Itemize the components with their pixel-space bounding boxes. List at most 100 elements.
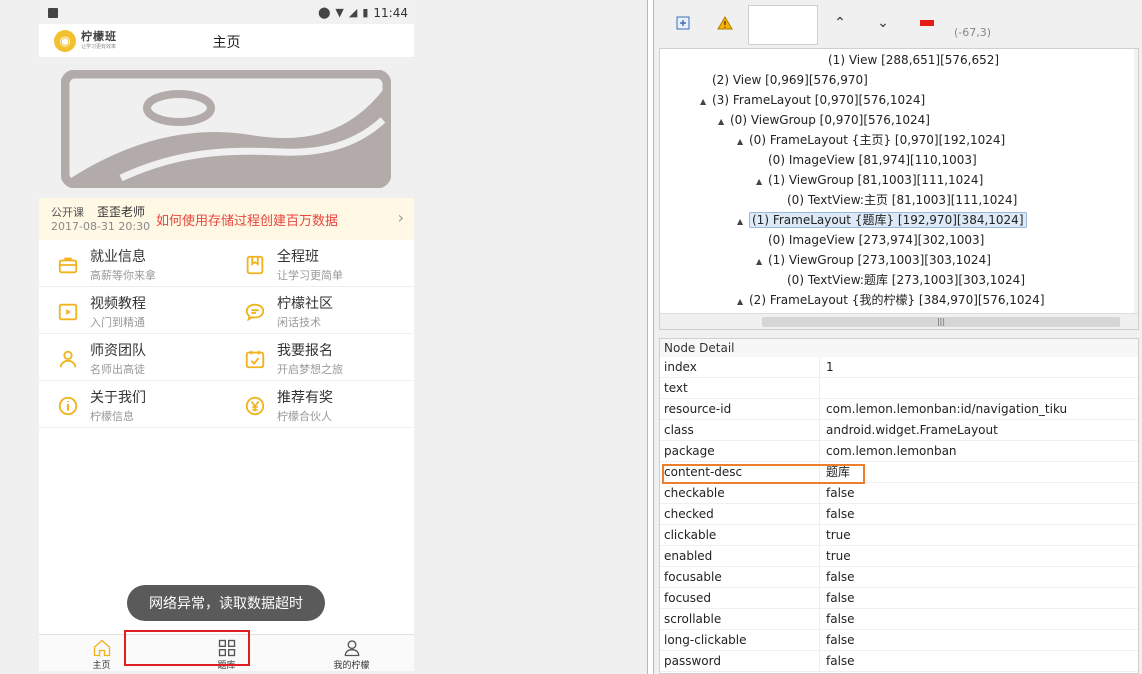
detail-value: false (826, 507, 855, 521)
hierarchy-tree[interactable]: (1) View [288,651][576,652] (2) View [0,… (659, 48, 1139, 330)
tree-node-label: (2) View [0,969][576,970] (712, 73, 868, 87)
tree-node[interactable]: ▲ (2) FrameLayout {我的柠檬} [384,970][576,10… (737, 290, 1045, 310)
tree-node-label: (1) ViewGroup [81,1003][111,1024] (768, 173, 984, 187)
detail-key: clickable (660, 525, 820, 545)
tree-node-selected[interactable]: ▲ (1) FrameLayout {题库} [192,970][384,1024… (737, 210, 1027, 230)
menu-item-referral[interactable]: 推荐有奖 柠檬合伙人 (226, 381, 413, 428)
toast-message: 网络异常，读取数据超时 (127, 585, 325, 621)
tree-node[interactable]: ▲ (1) ViewGroup [273,1003][303,1024] (756, 250, 991, 270)
detail-key: content-desc (660, 462, 820, 482)
tree-node[interactable]: (0) TextView:题库 [273,1003][303,1024] (787, 270, 1025, 290)
detail-row[interactable]: checkable false (660, 483, 1138, 504)
calendar-check-icon (245, 350, 265, 369)
menu-title: 师资团队 (90, 343, 146, 359)
detail-value: false (826, 612, 855, 626)
menu-title: 视频教程 (90, 296, 146, 312)
phone-screen: ⬤ ▼ ◢ ▮ 11:44 ◉ 柠檬班 让学习更有效率 主页 公开课 歪歪老师 … (39, 4, 414, 671)
search-box[interactable] (748, 5, 818, 45)
menu-item-full-course[interactable]: 全程班 让学习更简单 (226, 240, 413, 287)
detail-row[interactable]: scrollable false (660, 609, 1138, 630)
menu-subtitle: 开启梦想之旅 (277, 363, 343, 376)
detail-row[interactable]: class android.widget.FrameLayout (660, 420, 1138, 441)
clear-button[interactable] (914, 10, 940, 36)
menu-title: 推荐有奖 (277, 390, 333, 406)
collapse-triangle-icon[interactable]: ▲ (737, 292, 749, 312)
collapse-triangle-icon[interactable]: ▲ (756, 252, 768, 272)
expand-all-icon (676, 16, 690, 30)
chevron-down-icon: ⌄ (877, 15, 889, 31)
toolbar: ⌃ ⌄ (-67,3) (654, 0, 1142, 46)
menu-item-teachers[interactable]: 师资团队 名师出高徒 (39, 334, 226, 381)
menu-item-community[interactable]: 柠檬社区 闲话技术 (226, 287, 413, 334)
detail-value: android.widget.FrameLayout (826, 423, 998, 437)
menu-title: 就业信息 (90, 249, 146, 265)
tree-node[interactable]: (0) ImageView [81,974][110,1003] (768, 150, 977, 170)
nav-label: 主页 (92, 661, 111, 671)
menu-item-jobs[interactable]: 就业信息 高薪等你来拿 (39, 240, 226, 287)
collapse-triangle-icon[interactable]: ▲ (700, 92, 712, 112)
collapse-triangle-icon[interactable]: ▲ (756, 172, 768, 192)
collapse-triangle-icon[interactable]: ▲ (718, 112, 730, 132)
detail-value: 1 (826, 360, 834, 374)
detail-row[interactable]: index 1 (660, 357, 1138, 378)
open-course-bar[interactable]: 公开课 歪歪老师 2017-08-31 20:30 如何使用存储过程创建百万数据… (39, 198, 414, 240)
tree-node[interactable]: (0) ImageView [273,974][302,1003] (768, 230, 984, 250)
tree-node[interactable]: ▲ (0) ViewGroup [0,970][576,1024] (718, 110, 930, 130)
location-icon: ⬤ (318, 6, 331, 19)
detail-value: com.lemon.lemonban (826, 444, 957, 458)
collapse-triangle-icon[interactable]: ▲ (737, 212, 749, 232)
bookmark-icon (246, 255, 264, 275)
horizontal-scrollbar[interactable]: ||| (660, 313, 1138, 329)
warning-icon (717, 16, 733, 30)
tree-node[interactable]: ▲ (0) FrameLayout {主页} [0,970][192,1024] (737, 130, 1005, 150)
next-button[interactable]: ⌄ (870, 10, 896, 36)
detail-key: scrollable (660, 609, 820, 629)
detail-row[interactable]: password false (660, 651, 1138, 672)
menu-item-about[interactable]: 关于我们 柠檬信息 (39, 381, 226, 428)
detail-key: checkable (660, 483, 820, 503)
tree-node[interactable]: (1) View [288,651][576,652] (828, 50, 999, 70)
course-title: 如何使用存储过程创建百万数据 (156, 214, 339, 229)
detail-value: true (826, 528, 851, 542)
tree-node[interactable]: ▲ (3) FrameLayout [0,970][576,1024] (700, 90, 925, 110)
detail-row[interactable]: checked false (660, 504, 1138, 525)
detail-row[interactable]: clickable true (660, 525, 1138, 546)
vertical-scrollbar[interactable] (1134, 49, 1138, 313)
detail-row[interactable]: text (660, 378, 1138, 399)
scrollbar-thumb[interactable]: ||| (762, 317, 1120, 327)
detail-row[interactable]: resource-id com.lemon.lemonban:id/navigat… (660, 399, 1138, 420)
detail-row[interactable]: content-desc 题库 (660, 462, 1138, 483)
detail-key: resource-id (660, 399, 820, 419)
nav-label: 我的柠檬 (333, 661, 370, 671)
signal-icon: ◢ (348, 6, 358, 19)
nav-my-lemon[interactable]: 我的柠檬 (289, 635, 414, 671)
page-title: 主页 (212, 35, 241, 51)
detail-row[interactable]: focusable false (660, 567, 1138, 588)
course-date: 2017-08-31 20:30 (51, 220, 151, 233)
tree-node[interactable]: (2) View [0,969][576,970] (712, 70, 868, 90)
minus-icon (920, 20, 934, 26)
uiautomator-viewer-window: ⬤ ▼ ◢ ▮ 11:44 ◉ 柠檬班 让学习更有效率 主页 公开课 歪歪老师 … (0, 0, 1142, 674)
tree-node[interactable]: ▲ (1) ViewGroup [81,1003][111,1024] (756, 170, 983, 190)
app-header: ◉ 柠檬班 让学习更有效率 主页 (39, 24, 414, 58)
wifi-icon: ▼ (335, 6, 344, 19)
previous-button[interactable]: ⌃ (827, 10, 853, 36)
detail-row[interactable]: package com.lemon.lemonban (660, 441, 1138, 462)
banner-image[interactable] (39, 58, 414, 198)
collapse-triangle-icon[interactable]: ▲ (737, 132, 749, 152)
menu-item-signup[interactable]: 我要报名 开启梦想之旅 (226, 334, 413, 381)
detail-row[interactable]: focused false (660, 588, 1138, 609)
node-detail-title: Node Detail (660, 339, 1138, 357)
chevron-right-icon: › (397, 208, 404, 227)
detail-row[interactable]: long-clickable false (660, 630, 1138, 651)
menu-item-videos[interactable]: 视频教程 入门到精通 (39, 287, 226, 334)
detail-key: text (660, 378, 820, 398)
expand-all-button[interactable] (670, 10, 696, 36)
toggle-nav-mode-button[interactable] (712, 10, 738, 36)
tree-node-label: (3) FrameLayout [0,970][576,1024] (712, 93, 926, 107)
menu-grid: 就业信息 高薪等你来拿 全程班 让学习更简单 视频教程 入门到精通 柠檬社区 闲… (39, 240, 414, 428)
detail-row[interactable]: enabled true (660, 546, 1138, 567)
tree-node[interactable]: (0) TextView:主页 [81,1003][111,1024] (787, 190, 1017, 210)
menu-title: 关于我们 (90, 390, 146, 406)
detail-value: false (826, 654, 855, 668)
